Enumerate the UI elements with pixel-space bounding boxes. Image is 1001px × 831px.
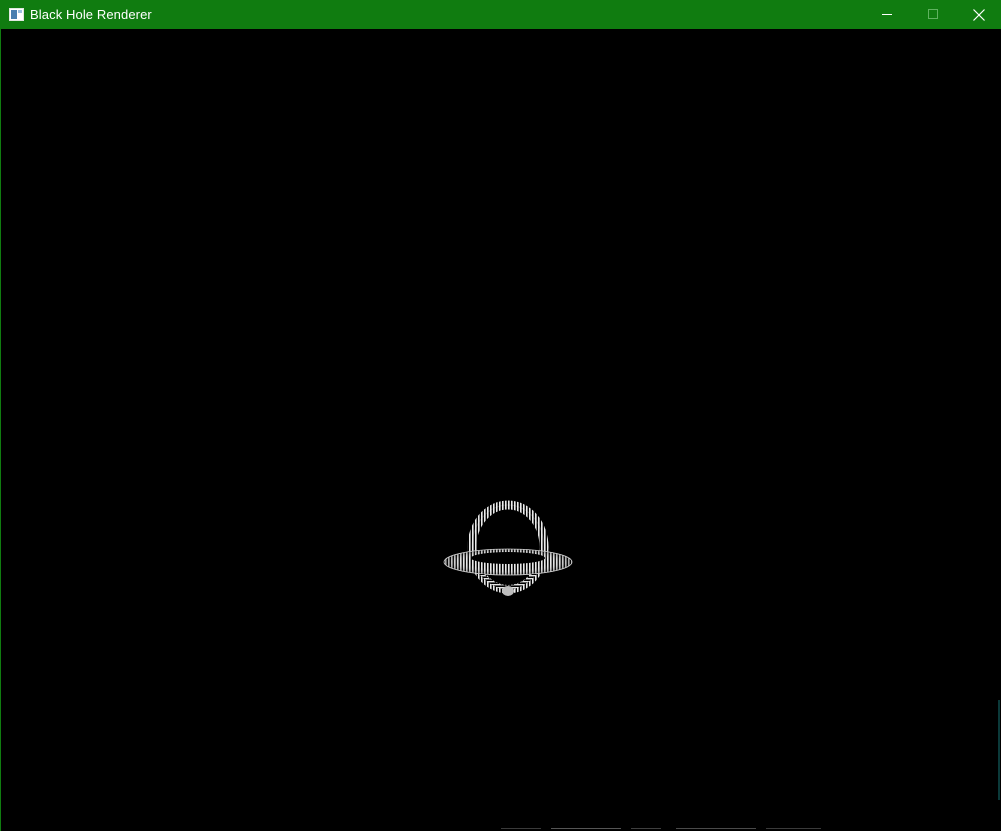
close-button[interactable] <box>956 0 1001 29</box>
render-viewport[interactable] <box>1 29 1001 831</box>
window-edge-highlight <box>998 700 1000 800</box>
window-title: Black Hole Renderer <box>30 7 152 22</box>
accretion-disk <box>443 548 573 576</box>
app-window-icon <box>8 7 24 23</box>
render-scanline-artifact <box>501 828 821 829</box>
app-window: Black Hole Renderer <box>0 0 1001 831</box>
window-controls <box>864 0 1001 29</box>
maximize-icon <box>927 9 938 19</box>
maximize-button[interactable] <box>910 0 956 29</box>
title-bar[interactable]: Black Hole Renderer <box>1 0 1001 29</box>
black-hole-render <box>443 500 573 596</box>
minimize-icon <box>881 14 892 15</box>
minimize-button[interactable] <box>864 0 910 29</box>
close-icon <box>973 8 985 21</box>
